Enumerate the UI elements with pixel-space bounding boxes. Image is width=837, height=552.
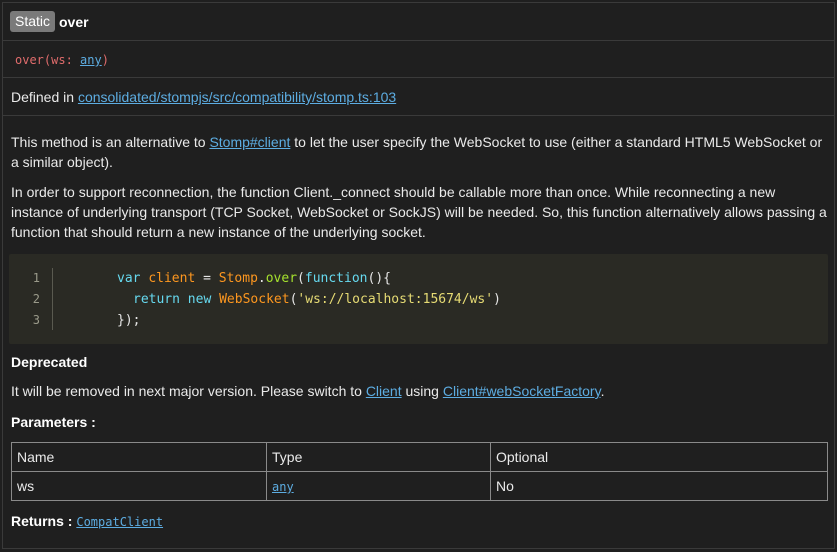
deprecated-part: It will be removed in next major version… [11, 383, 366, 399]
method-title: over [59, 14, 89, 30]
defined-in-text: Defined in consolidated/stompjs/src/comp… [11, 88, 396, 106]
code-token: over [265, 271, 298, 286]
deprecated-text: It will be removed in next major version… [11, 381, 831, 401]
description-paragraph-1: This method is an alternative to Stomp#c… [11, 132, 831, 172]
table-header-row: Name Type Optional [11, 442, 828, 472]
code-token: ( [297, 271, 305, 286]
param-type-link[interactable]: any [272, 480, 294, 494]
description-paragraph-2: In order to support reconnection, the fu… [11, 184, 827, 240]
method-doc-panel: Static over over(ws: any) Defined in con… [2, 2, 835, 549]
code-token: ) [493, 292, 501, 307]
line-number: 1 [32, 271, 40, 285]
code-token: 'ws://localhost:15674/ws' [297, 292, 494, 307]
code-token: var [117, 271, 141, 286]
code-token: function [304, 271, 368, 286]
deprecated-part: using [401, 383, 443, 399]
code-token: . [257, 271, 266, 286]
column-header-name: Name [11, 442, 267, 472]
parameters-heading: Parameters : [11, 414, 96, 430]
signature-paren-close: ) [101, 53, 109, 67]
code-token: (){ [367, 271, 391, 286]
source-file-link[interactable]: consolidated/stompjs/src/compatibility/s… [78, 89, 396, 105]
static-badge: Static [10, 11, 56, 32]
client-link[interactable]: Client [366, 383, 402, 399]
param-optional-cell: No [490, 471, 828, 501]
param-name-cell: ws [11, 471, 267, 501]
defined-prefix: Defined in [11, 89, 78, 105]
code-token: Stomp [218, 271, 258, 286]
code-token: client [148, 271, 196, 286]
table-row: ws any No [11, 471, 828, 501]
return-type-link[interactable]: CompatClient [76, 515, 163, 529]
signature-param: ws [51, 53, 66, 67]
stomp-client-link[interactable]: Stomp#client [209, 134, 290, 150]
code-line-1: var client = Stomp.over(function(){ [117, 268, 391, 289]
line-number: 2 [32, 292, 40, 306]
column-header-type: Type [266, 442, 491, 472]
code-line-2: return new WebSocket('ws://localhost:156… [133, 289, 501, 310]
desc-text: This method is an alternative to [11, 134, 210, 150]
deprecated-heading: Deprecated [11, 354, 88, 370]
line-number: 3 [32, 313, 40, 327]
code-token: return [133, 292, 180, 307]
method-header: Static over [3, 3, 834, 41]
deprecated-part: . [600, 383, 605, 399]
line-gutter: 1 2 3 [9, 268, 53, 330]
signature-name: over [15, 53, 44, 67]
method-signature: over(ws: any) [15, 52, 109, 68]
defined-in-row: Defined in consolidated/stompjs/src/comp… [3, 78, 834, 116]
code-token: = [195, 271, 219, 286]
signature-row: over(ws: any) [3, 41, 834, 78]
code-token: new [187, 292, 212, 307]
code-token: WebSocket [219, 292, 290, 307]
column-header-optional: Optional [490, 442, 828, 472]
param-type-cell: any [266, 471, 491, 501]
parameters-table: Name Type Optional ws any No [11, 442, 828, 501]
websocket-factory-link[interactable]: Client#webSocketFactory [443, 383, 601, 399]
signature-sep: : [65, 53, 81, 67]
returns-label: Returns : [11, 513, 77, 529]
code-example: 1 2 3 var client = Stomp.over(function()… [9, 254, 828, 344]
code-line-3: }); [117, 313, 141, 328]
signature-type-link[interactable]: any [80, 53, 102, 67]
returns-row: Returns : CompatClient [11, 512, 163, 531]
